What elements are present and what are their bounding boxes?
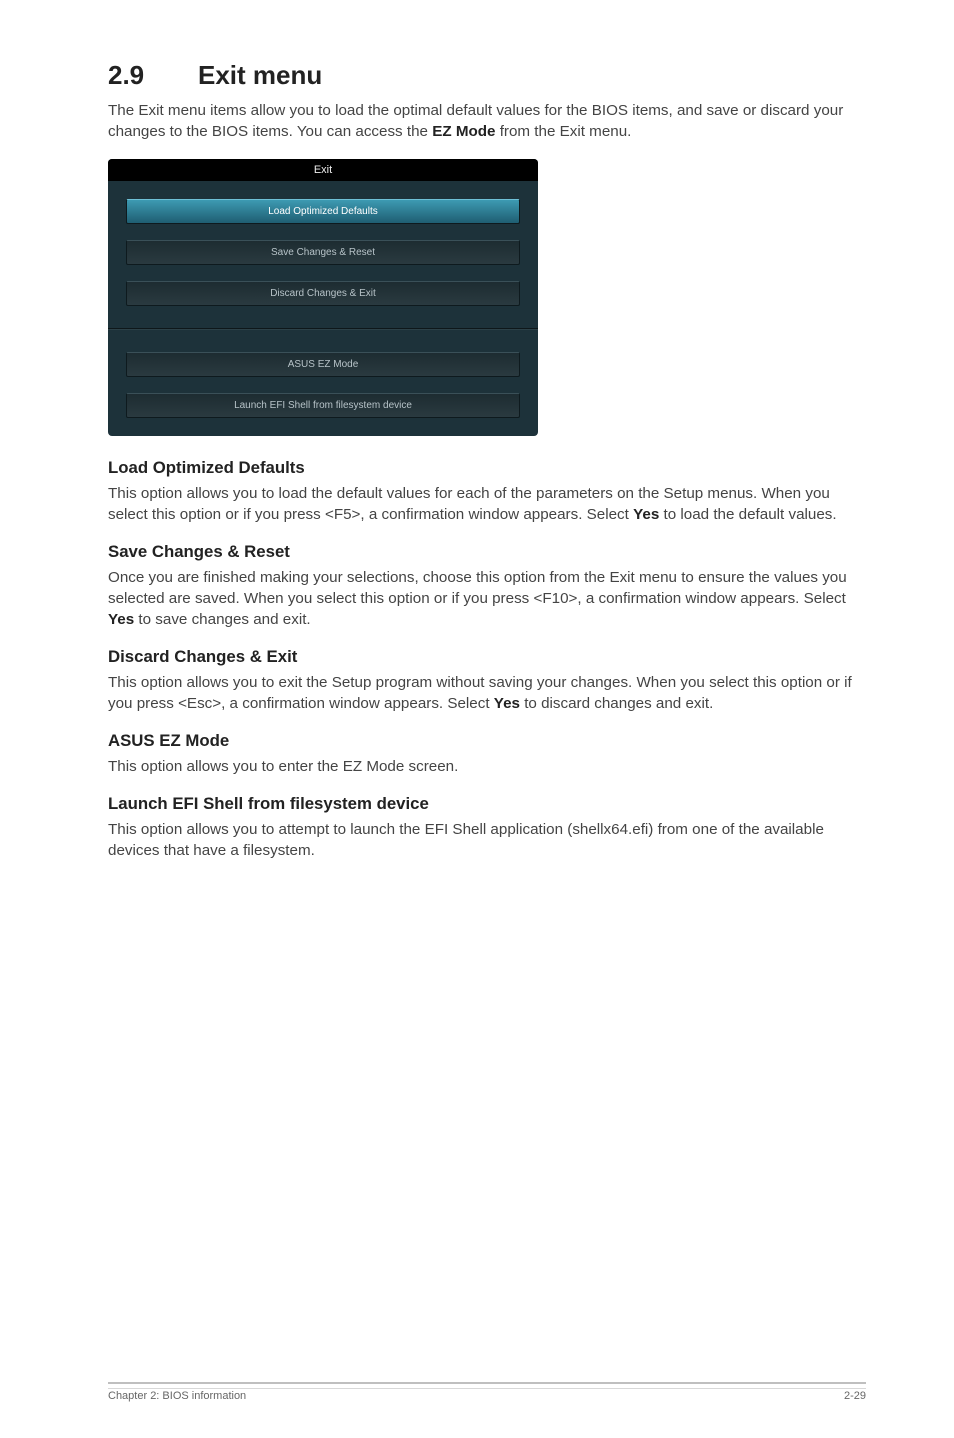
desc-efi-shell: This option allows you to attempt to lau… [108, 820, 866, 862]
desc-load-defaults-p2: to load the default values. [659, 506, 836, 523]
desc-save-reset: Once you are finished making your select… [108, 568, 866, 631]
bios-button-ez-mode[interactable]: ASUS EZ Mode [126, 352, 520, 377]
page: 2.9Exit menu The Exit menu items allow y… [0, 0, 954, 1438]
footer-page-number: 2-29 [844, 1390, 866, 1402]
desc-discard-exit-bold: Yes [494, 695, 520, 712]
intro-bold: EZ Mode [432, 123, 495, 140]
desc-save-reset-bold: Yes [108, 611, 134, 628]
desc-save-reset-p2: to save changes and exit. [134, 611, 310, 628]
bios-exit-panel: Exit Load Optimized Defaults Save Change… [108, 159, 538, 436]
section-number: 2.9 [108, 60, 198, 91]
section-heading: 2.9Exit menu [108, 60, 866, 91]
desc-discard-exit-p2: to discard changes and exit. [520, 695, 713, 712]
desc-ez-mode: This option allows you to enter the EZ M… [108, 757, 866, 778]
bios-button-save-reset[interactable]: Save Changes & Reset [126, 240, 520, 265]
footer-chapter: Chapter 2: BIOS information [108, 1390, 246, 1402]
heading-load-defaults: Load Optimized Defaults [108, 458, 866, 478]
heading-ez-mode: ASUS EZ Mode [108, 731, 866, 751]
desc-discard-exit: This option allows you to exit the Setup… [108, 673, 866, 715]
section-intro: The Exit menu items allow you to load th… [108, 101, 866, 143]
heading-save-reset: Save Changes & Reset [108, 542, 866, 562]
bios-button-efi-shell[interactable]: Launch EFI Shell from filesystem device [126, 393, 520, 418]
bios-panel-title: Exit [108, 159, 538, 181]
desc-load-defaults: This option allows you to load the defau… [108, 484, 866, 526]
section-title: Exit menu [198, 60, 322, 90]
bios-button-load-defaults[interactable]: Load Optimized Defaults [126, 199, 520, 224]
page-footer: Chapter 2: BIOS information 2-29 [108, 1382, 866, 1402]
footer-rule [108, 1388, 866, 1389]
bios-button-discard-exit[interactable]: Discard Changes & Exit [126, 281, 520, 306]
intro-text-2: from the Exit menu. [495, 123, 631, 140]
desc-discard-exit-p1: This option allows you to exit the Setup… [108, 674, 852, 712]
heading-discard-exit: Discard Changes & Exit [108, 647, 866, 667]
bios-panel-body: Load Optimized Defaults Save Changes & R… [108, 181, 538, 436]
desc-save-reset-p1: Once you are finished making your select… [108, 569, 847, 607]
heading-efi-shell: Launch EFI Shell from filesystem device [108, 794, 866, 814]
bios-divider [108, 328, 538, 330]
desc-load-defaults-bold: Yes [633, 506, 659, 523]
